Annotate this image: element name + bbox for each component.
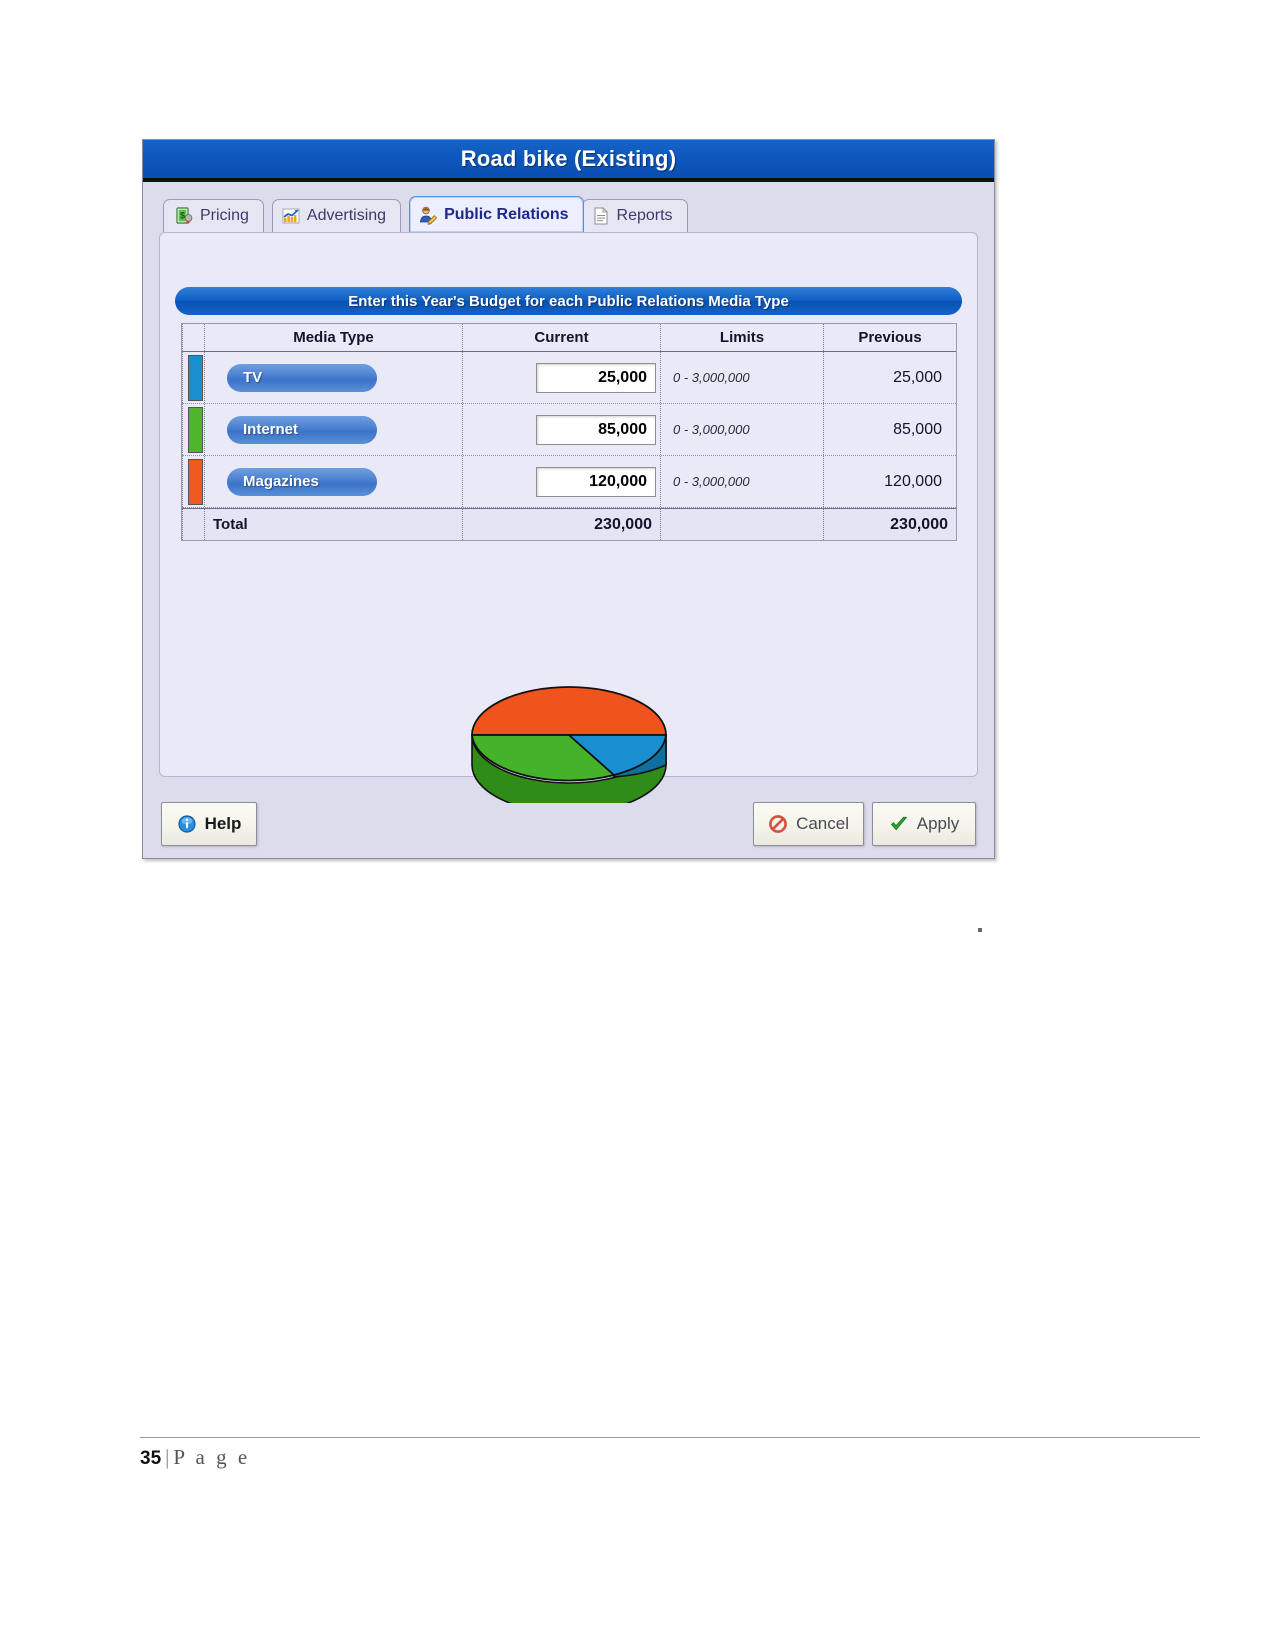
cancel-button[interactable]: Cancel bbox=[753, 802, 864, 846]
tab-pricing-label: Pricing bbox=[200, 207, 249, 224]
tab-reports[interactable]: Reports bbox=[581, 199, 688, 232]
cancel-icon bbox=[768, 814, 788, 834]
header-current: Current bbox=[462, 324, 660, 351]
row-color-swatch-cell bbox=[182, 404, 204, 455]
current-cell: 85,000 bbox=[462, 404, 660, 455]
media-type-cell: TV bbox=[204, 352, 462, 403]
magazines-color-swatch bbox=[188, 458, 203, 505]
checkmark-icon bbox=[889, 814, 909, 834]
tab-reports-label: Reports bbox=[616, 207, 673, 224]
budget-banner: Enter this Year's Budget for each Public… bbox=[175, 287, 962, 315]
svg-text:$: $ bbox=[180, 211, 185, 221]
table-header-row: Media Type Current Limits Previous bbox=[182, 324, 956, 352]
budget-pie-chart bbox=[160, 673, 977, 803]
page-footer-word: P a g e bbox=[173, 1445, 251, 1469]
media-pill-magazines: Magazines bbox=[227, 467, 377, 496]
total-previous-value: 230,000 bbox=[890, 515, 948, 533]
stray-mark bbox=[978, 928, 982, 932]
header-swatch-spacer bbox=[182, 324, 204, 351]
previous-value-magazines: 120,000 bbox=[884, 472, 942, 490]
header-media-type: Media Type bbox=[204, 324, 462, 351]
tab-public-relations-label: Public Relations bbox=[444, 205, 569, 223]
cancel-button-label: Cancel bbox=[796, 814, 849, 833]
tab-advertising[interactable]: Advertising bbox=[271, 199, 402, 232]
total-previous-cell: 230,000 bbox=[823, 509, 956, 540]
row-color-swatch-cell bbox=[182, 352, 204, 403]
previous-value-tv: 25,000 bbox=[893, 368, 942, 386]
media-pill-tv-label: TV bbox=[243, 369, 263, 386]
limits-cell: 0 - 3,000,000 bbox=[660, 352, 823, 403]
price-tag-icon: $ bbox=[174, 206, 194, 226]
current-input-magazines[interactable]: 120,000 bbox=[536, 466, 656, 497]
media-type-cell: Magazines bbox=[204, 456, 462, 507]
tab-strip: $ Pricing Advertising Public Relations R… bbox=[163, 194, 994, 232]
tab-pricing[interactable]: $ Pricing bbox=[163, 199, 264, 232]
table-row: Internet 85,000 0 - 3,000,000 85,000 bbox=[182, 404, 956, 456]
row-color-swatch-cell bbox=[182, 456, 204, 507]
previous-value-internet: 85,000 bbox=[893, 420, 942, 438]
table-total-row: Total 230,000 230,000 bbox=[182, 508, 956, 540]
limits-cell: 0 - 3,000,000 bbox=[660, 404, 823, 455]
pie-chart-svg bbox=[470, 686, 667, 803]
current-input-internet[interactable]: 85,000 bbox=[536, 414, 656, 445]
total-swatch-spacer bbox=[182, 509, 204, 540]
person-edit-icon bbox=[418, 205, 438, 225]
media-pill-internet: Internet bbox=[227, 415, 377, 444]
table-row: Magazines 120,000 0 - 3,000,000 120,000 bbox=[182, 456, 956, 508]
media-pill-internet-label: Internet bbox=[243, 421, 299, 438]
dialog-titlebar: Road bike (Existing) bbox=[143, 140, 994, 182]
internet-color-swatch bbox=[188, 406, 203, 453]
current-cell: 120,000 bbox=[462, 456, 660, 507]
bar-chart-trend-icon bbox=[281, 206, 301, 226]
previous-cell: 25,000 bbox=[823, 352, 956, 403]
total-label-cell: Total bbox=[204, 509, 462, 540]
table-row: TV 25,000 0 - 3,000,000 25,000 bbox=[182, 352, 956, 404]
media-type-cell: Internet bbox=[204, 404, 462, 455]
total-current-value: 230,000 bbox=[594, 515, 652, 533]
product-dialog: Road bike (Existing) $ Pricing Advertisi… bbox=[142, 139, 995, 859]
public-relations-panel: Enter this Year's Budget for each Public… bbox=[159, 232, 978, 803]
dialog-title: Road bike (Existing) bbox=[460, 146, 677, 171]
page-footer: 35 | P a g e bbox=[140, 1437, 1200, 1470]
header-previous: Previous bbox=[823, 324, 956, 351]
current-input-tv[interactable]: 25,000 bbox=[536, 362, 656, 393]
header-limits: Limits bbox=[660, 324, 823, 351]
media-pill-magazines-label: Magazines bbox=[243, 473, 319, 490]
current-cell: 25,000 bbox=[462, 352, 660, 403]
apply-button[interactable]: Apply bbox=[872, 802, 976, 846]
document-icon bbox=[591, 206, 611, 226]
limits-text-tv: 0 - 3,000,000 bbox=[673, 370, 750, 385]
previous-cell: 85,000 bbox=[823, 404, 956, 455]
page-number: 35 bbox=[140, 1448, 162, 1469]
help-button-label: Help bbox=[204, 814, 242, 833]
dialog-button-bar: Help Cancel Apply bbox=[143, 800, 994, 848]
budget-table: Media Type Current Limits Previous TV 25… bbox=[181, 323, 957, 541]
budget-banner-label: Enter this Year's Budget for each Public… bbox=[348, 292, 789, 310]
tab-public-relations[interactable]: Public Relations bbox=[409, 196, 584, 232]
apply-button-label: Apply bbox=[916, 814, 960, 833]
limits-cell: 0 - 3,000,000 bbox=[660, 456, 823, 507]
page-footer-separator: | bbox=[165, 1445, 170, 1469]
info-icon bbox=[177, 814, 197, 834]
total-label: Total bbox=[213, 516, 248, 533]
total-current-cell: 230,000 bbox=[462, 509, 660, 540]
help-button[interactable]: Help bbox=[161, 802, 257, 846]
limits-text-magazines: 0 - 3,000,000 bbox=[673, 474, 750, 489]
limits-text-internet: 0 - 3,000,000 bbox=[673, 422, 750, 437]
tv-color-swatch bbox=[188, 354, 203, 401]
media-pill-tv: TV bbox=[227, 363, 377, 392]
previous-cell: 120,000 bbox=[823, 456, 956, 507]
tab-advertising-label: Advertising bbox=[306, 207, 387, 224]
pie-slice-magazines bbox=[470, 686, 667, 736]
total-limits-cell bbox=[660, 509, 823, 540]
